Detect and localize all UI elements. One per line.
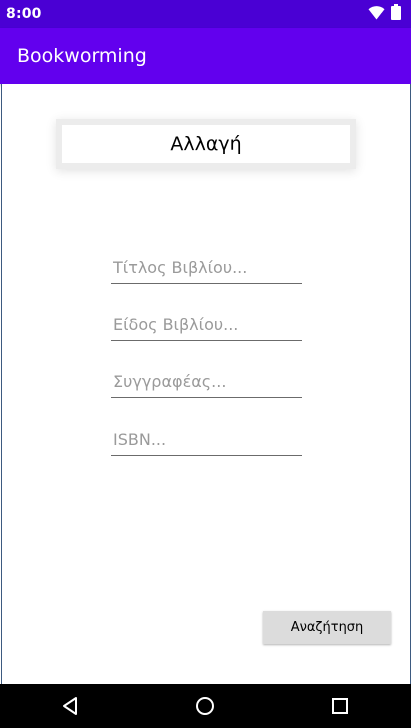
isbn-input[interactable] xyxy=(111,425,302,453)
book-genre-field xyxy=(111,310,302,341)
app-bar: Bookworming xyxy=(0,28,411,84)
screen: 8:00 Bookworming Αλλαγή Τίτλος Βιβλίου..… xyxy=(0,0,411,728)
status-bar: 8:00 xyxy=(0,0,411,28)
author-field xyxy=(111,367,302,398)
recents-icon[interactable] xyxy=(327,693,353,719)
change-button[interactable]: Αλλαγή xyxy=(62,125,350,163)
isbn-field xyxy=(111,425,302,456)
book-genre-input[interactable] xyxy=(111,310,302,338)
main-content: Αλλαγή Αναζήτηση xyxy=(1,84,411,684)
status-icons xyxy=(368,4,401,24)
home-icon[interactable] xyxy=(192,693,218,719)
author-input[interactable] xyxy=(111,367,302,395)
back-icon[interactable] xyxy=(57,693,83,719)
app-title: Bookworming xyxy=(17,45,147,67)
status-time: 8:00 xyxy=(6,6,42,22)
wifi-icon xyxy=(368,5,385,24)
book-title-field xyxy=(111,253,302,284)
navigation-bar xyxy=(0,684,411,728)
book-title-input[interactable] xyxy=(111,253,302,281)
search-button[interactable]: Αναζήτηση xyxy=(263,611,391,644)
battery-icon xyxy=(391,4,401,24)
